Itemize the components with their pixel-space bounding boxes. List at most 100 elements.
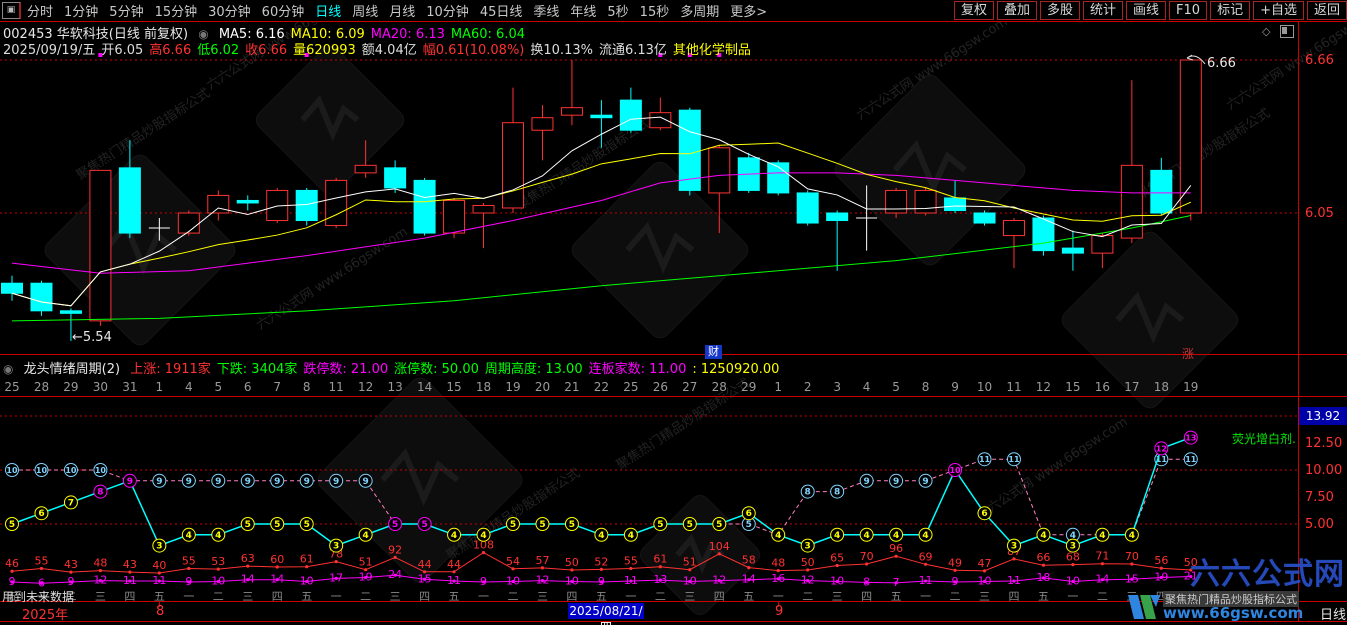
menu-item-分时[interactable]: 分时 (27, 1, 53, 20)
period-label: 日线 (1320, 604, 1346, 623)
svg-text:3: 3 (1011, 542, 1017, 552)
date-tick: 16 (1095, 380, 1110, 394)
toolbar-button-返回[interactable]: 返回 (1307, 1, 1347, 20)
svg-text:六六公式网 www.66gsw.com: 六六公式网 www.66gsw.com (974, 414, 1131, 523)
ohlc-segment: 换10.13% (530, 43, 593, 58)
svg-text:5: 5 (539, 520, 545, 530)
lower-axis-label: 5.00 (1305, 517, 1334, 532)
selected-date-badge[interactable]: 2025/08/21/四 (568, 603, 644, 619)
svg-text:9: 9 (333, 477, 339, 487)
date-tick: 29 (63, 380, 78, 394)
diamond-icon[interactable]: ◇ (1262, 25, 1270, 38)
date-tick: 12 (1036, 380, 1051, 394)
toolbar-button-标记[interactable]: 标记 (1210, 1, 1250, 20)
svg-text:53: 53 (211, 555, 225, 568)
indicator-param: 下跌: 3404家 (217, 362, 298, 377)
date-tick: 25 (623, 380, 638, 394)
date-tick: 11 (329, 380, 344, 394)
menu-item-季线[interactable]: 季线 (533, 1, 559, 20)
date-tick: 19 (505, 380, 520, 394)
date-tick: 27 (682, 380, 697, 394)
svg-text:5: 5 (746, 520, 752, 530)
date-tick: 14 (417, 380, 432, 394)
date-tick: 13 (387, 380, 402, 394)
menu-item-日线[interactable]: 日线 (315, 1, 341, 20)
limit-down-count-line: 9691211119101414101719241511910121091113… (9, 568, 1198, 589)
menu-item-5秒[interactable]: 5秒 (607, 1, 628, 20)
svg-text:55: 55 (624, 555, 638, 568)
menu-bar: ▣ 分时 1分钟 5分钟 15分钟 30分钟 60分钟日线周线月线 10分钟 45日线季线年线… (0, 0, 1347, 21)
menu-item-更多>[interactable]: 更多> (730, 1, 767, 20)
menu-item-60分钟[interactable]: 60分钟 (262, 1, 305, 20)
svg-text:70: 70 (860, 550, 874, 563)
financial-report-marker[interactable]: 财 (705, 345, 722, 359)
svg-text:5: 5 (657, 520, 663, 530)
high-price-annotation: 6.66 (1207, 56, 1236, 71)
menu-item-多周期[interactable]: 多周期 (680, 1, 719, 20)
menu-item-30分钟[interactable]: 30分钟 (208, 1, 251, 20)
svg-text:10: 10 (565, 575, 579, 588)
menu-item-周线[interactable]: 周线 (352, 1, 378, 20)
menu-item-15分钟[interactable]: 15分钟 (155, 1, 198, 20)
ohlc-segment: 流通6.13亿 (599, 43, 667, 58)
menu-item-月线[interactable]: 月线 (389, 1, 415, 20)
current-value-badge: 13.92 (1299, 407, 1347, 425)
ohlc-segment: 低6.02 (197, 43, 239, 58)
svg-text:9: 9 (863, 477, 869, 487)
menu-item-45日线[interactable]: 45日线 (480, 1, 523, 20)
toolbar-button-多股[interactable]: 多股 (1040, 1, 1080, 20)
svg-text:8: 8 (97, 488, 103, 498)
svg-text:48: 48 (93, 557, 107, 570)
related-stock-tag[interactable]: 荧光增白剂. (1232, 430, 1296, 447)
svg-text:六六公式网 www.66gsw.com: 六六公式网 www.66gsw.com (254, 224, 411, 333)
svg-text:11: 11 (1185, 455, 1197, 464)
menu-item-15秒[interactable]: 15秒 (640, 1, 670, 20)
svg-text:4: 4 (451, 531, 457, 541)
menu-item-10分钟[interactable]: 10分钟 (426, 1, 469, 20)
toolbar-button-叠加[interactable]: 叠加 (997, 1, 1037, 20)
watermark-site-text: 六六公式网 (1190, 549, 1345, 593)
toolbar-button-复权[interactable]: 复权 (954, 1, 994, 20)
menu-item-5分钟[interactable]: 5分钟 (109, 1, 143, 20)
ohlc-segment: 幅0.61(10.08%) (423, 43, 525, 58)
limit-up-marker[interactable]: 涨 (1182, 345, 1194, 362)
panel-maximize-icon[interactable] (1280, 25, 1294, 38)
svg-text:10: 10 (683, 575, 697, 588)
date-tick: 25 (4, 380, 19, 394)
date-tick: 8 (922, 380, 930, 394)
svg-text:9: 9 (480, 575, 487, 588)
svg-text:12: 12 (93, 574, 107, 587)
svg-text:19: 19 (359, 570, 373, 583)
indicator-name[interactable]: 龙头情绪周期(2) (24, 362, 120, 377)
date-tick: 3 (833, 380, 841, 394)
svg-text:65: 65 (830, 552, 844, 565)
date-tick: 6 (244, 380, 252, 394)
svg-text:3: 3 (805, 542, 811, 552)
svg-text:4: 4 (1099, 531, 1105, 541)
toolbar-button-统计[interactable]: 统计 (1083, 1, 1123, 20)
svg-text:47: 47 (978, 557, 992, 570)
svg-text:9: 9 (304, 477, 310, 487)
svg-text:10: 10 (978, 575, 992, 588)
svg-text:92: 92 (388, 543, 402, 556)
svg-text:50: 50 (565, 556, 579, 569)
indicator-icon[interactable]: ◉ (3, 362, 13, 376)
window-icon[interactable]: ▣ (2, 2, 21, 19)
svg-text:4: 4 (1040, 531, 1046, 541)
date-tick: 26 (653, 380, 668, 394)
date-tick: 21 (564, 380, 579, 394)
toolbar-button-+自选[interactable]: +自选 (1253, 1, 1304, 20)
menu-item-1分钟[interactable]: 1分钟 (64, 1, 98, 20)
svg-text:10: 10 (949, 466, 961, 475)
svg-text:5: 5 (421, 520, 427, 530)
menu-item-年线[interactable]: 年线 (570, 1, 596, 20)
price-label-close: 6.05 (1305, 206, 1334, 221)
date-tick: 7 (273, 380, 281, 394)
svg-text:10: 10 (6, 466, 18, 475)
date-tick: 18 (1154, 380, 1169, 394)
svg-text:3: 3 (333, 542, 339, 552)
toolbar-button-画线[interactable]: 画线 (1126, 1, 1166, 20)
svg-text:6: 6 (746, 509, 752, 519)
svg-text:14: 14 (1095, 573, 1109, 586)
toolbar-button-F10[interactable]: F10 (1169, 1, 1207, 20)
